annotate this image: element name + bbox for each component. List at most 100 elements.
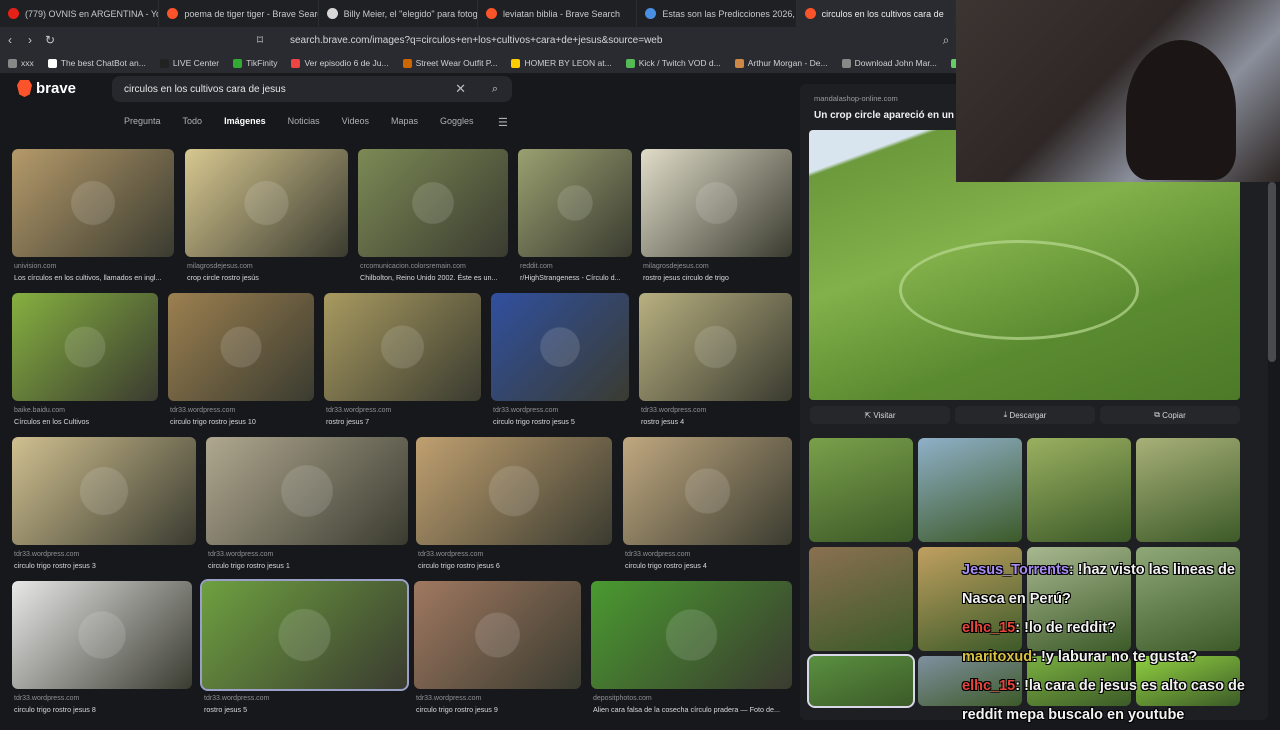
nav-tab-3[interactable]: Noticias — [288, 116, 320, 126]
result-source[interactable]: tdr33.wordpress.com — [641, 407, 706, 414]
result-source[interactable]: tdr33.wordpress.com — [14, 695, 79, 702]
result-source[interactable]: tdr33.wordpress.com — [170, 407, 235, 414]
result-image[interactable] — [168, 293, 314, 401]
result-image[interactable] — [12, 293, 158, 401]
related-thumbnail[interactable] — [1136, 438, 1240, 542]
result-image[interactable] — [591, 581, 792, 689]
tab-2[interactable]: poema de tiger tiger - Brave Search — [159, 0, 319, 27]
bookmark-item[interactable]: LIVE Center — [159, 58, 219, 68]
related-thumbnail[interactable] — [807, 654, 915, 708]
nav-tab-0[interactable]: Pregunta — [124, 116, 161, 126]
result-title[interactable]: Chilbolton, Reino Unido 2002. Éste es un… — [360, 273, 497, 282]
reload-icon[interactable]: ↻ — [40, 33, 60, 47]
result-title[interactable]: circulo trigo rostro jesus 3 — [14, 561, 96, 570]
filter-icon[interactable]: ☰ — [498, 116, 508, 129]
related-thumbnail[interactable] — [809, 547, 913, 651]
result-image[interactable] — [518, 149, 632, 257]
result-source[interactable]: tdr33.wordpress.com — [418, 551, 483, 558]
result-image[interactable] — [206, 437, 408, 545]
tab-3[interactable]: Billy Meier, el "elegido" para fotogra — [319, 0, 478, 27]
bookmark-item[interactable]: The best ChatBot an... — [47, 58, 146, 68]
result-source[interactable]: univision.com — [14, 263, 56, 270]
bookmark-item[interactable]: HOMER BY LEON at... — [511, 58, 612, 68]
nav-tab-4[interactable]: Videos — [342, 116, 369, 126]
bookmark-item[interactable]: Kick / Twitch VOD d... — [625, 58, 721, 68]
tab-5[interactable]: Estas son las Predicciones 2026, seg — [637, 0, 797, 27]
result-image[interactable] — [12, 581, 192, 689]
result-source[interactable]: tdr33.wordpress.com — [416, 695, 481, 702]
result-image[interactable] — [623, 437, 792, 545]
brave-logo[interactable]: brave — [17, 80, 76, 97]
result-title[interactable]: circulo trigo rostro jesus 10 — [170, 417, 256, 426]
nav-tab-5[interactable]: Mapas — [391, 116, 418, 126]
result-source[interactable]: tdr33.wordpress.com — [493, 407, 558, 414]
result-image[interactable] — [414, 581, 581, 689]
result-image[interactable] — [641, 149, 792, 257]
result-title[interactable]: circulo trigo rostro jesus 6 — [418, 561, 500, 570]
forward-icon[interactable]: › — [20, 33, 40, 47]
result-title[interactable]: Círculos en los Cultivos — [14, 417, 89, 426]
related-thumbnail[interactable] — [1027, 438, 1131, 542]
related-thumbnail[interactable] — [918, 438, 1022, 542]
search-icon[interactable]: ⌕ — [492, 83, 498, 96]
result-image[interactable] — [358, 149, 508, 257]
result-title[interactable]: rostro jesus 5 — [204, 705, 247, 714]
nav-tab-2[interactable]: Imágenes — [224, 116, 266, 126]
tab-6[interactable]: circulos en los cultivos cara de — [796, 0, 956, 27]
bookmark-item[interactable]: Arthur Morgan - De... — [734, 58, 828, 68]
tab-4[interactable]: leviatan biblia - Brave Search — [478, 0, 638, 27]
result-source[interactable]: milagrosdejesus.com — [187, 263, 253, 270]
result-source[interactable]: crcomunicacion.colorsremain.com — [360, 263, 466, 270]
preview-title[interactable]: Un crop circle apareció en un c — [814, 110, 962, 121]
chat-username: elhc_15 — [962, 678, 1016, 694]
result-title[interactable]: circulo trigo rostro jesus 1 — [208, 561, 290, 570]
result-source[interactable]: tdr33.wordpress.com — [625, 551, 690, 558]
result-image[interactable] — [639, 293, 792, 401]
result-source[interactable]: tdr33.wordpress.com — [14, 551, 79, 558]
result-title[interactable]: circulo trigo rostro jesus 5 — [493, 417, 575, 426]
bookmark-item[interactable]: Ver episodio 6 de Ju... — [291, 58, 389, 68]
result-title[interactable]: Alien cara falsa de la cosecha círculo p… — [593, 705, 780, 714]
result-title[interactable]: Los círculos en los cultivos, llamados e… — [14, 273, 161, 282]
copy-button[interactable]: ⧉ Copiar — [1100, 406, 1240, 424]
visit-button[interactable]: ⇱ Visitar — [810, 406, 950, 424]
nav-tab-1[interactable]: Todo — [183, 116, 203, 126]
result-title[interactable]: circulo trigo rostro jesus 4 — [625, 561, 707, 570]
tab-1[interactable]: (779) OVNIS en ARGENTINA - YouTub — [0, 0, 160, 27]
result-source[interactable]: milagrosdejesus.com — [643, 263, 709, 270]
result-source[interactable]: depositphotos.com — [593, 695, 652, 702]
bookmark-item[interactable]: xxx — [8, 58, 34, 68]
result-image[interactable] — [200, 579, 409, 691]
result-title[interactable]: rostro jesus circulo de trigo — [643, 273, 729, 282]
result-image[interactable] — [416, 437, 612, 545]
result-source[interactable]: tdr33.wordpress.com — [208, 551, 273, 558]
result-title[interactable]: circulo trigo rostro jesus 8 — [14, 705, 96, 714]
bookmark-item[interactable]: TikFinity — [233, 58, 277, 68]
result-title[interactable]: crop circle rostro jesús — [187, 273, 259, 282]
url-field[interactable]: search.brave.com/images?q=circulos+en+lo… — [290, 35, 936, 46]
result-title[interactable]: rostro jesus 4 — [641, 417, 684, 426]
result-source[interactable]: tdr33.wordpress.com — [326, 407, 391, 414]
zoom-icon[interactable]: ⌕ — [936, 33, 956, 48]
result-title[interactable]: circulo trigo rostro jesus 9 — [416, 705, 498, 714]
clear-icon[interactable]: ✕ — [455, 81, 466, 97]
bookmark-item[interactable]: Street Wear Outfit P... — [402, 58, 497, 68]
bookmark-item[interactable]: Download John Mar... — [841, 58, 937, 68]
back-icon[interactable]: ‹ — [0, 33, 20, 47]
result-title[interactable]: r/HighStrangeness - Círculo d... — [520, 273, 621, 282]
result-image[interactable] — [491, 293, 629, 401]
result-source[interactable]: reddit.com — [520, 263, 553, 270]
search-input[interactable]: circulos en los cultivos cara de jesus ✕… — [112, 76, 512, 102]
result-image[interactable] — [324, 293, 481, 401]
scrollbar[interactable] — [1268, 182, 1276, 362]
result-title[interactable]: rostro jesus 7 — [326, 417, 369, 426]
result-image[interactable] — [12, 437, 196, 545]
result-image[interactable] — [185, 149, 348, 257]
nav-tab-6[interactable]: Goggles — [440, 116, 474, 126]
related-thumbnail[interactable] — [809, 438, 913, 542]
bookmark-icon[interactable]: ⌑ — [250, 33, 270, 47]
result-source[interactable]: baike.baidu.com — [14, 407, 65, 414]
result-source[interactable]: tdr33.wordpress.com — [204, 695, 269, 702]
result-image[interactable] — [12, 149, 174, 257]
download-button[interactable]: ⤓ Descargar — [955, 406, 1095, 424]
